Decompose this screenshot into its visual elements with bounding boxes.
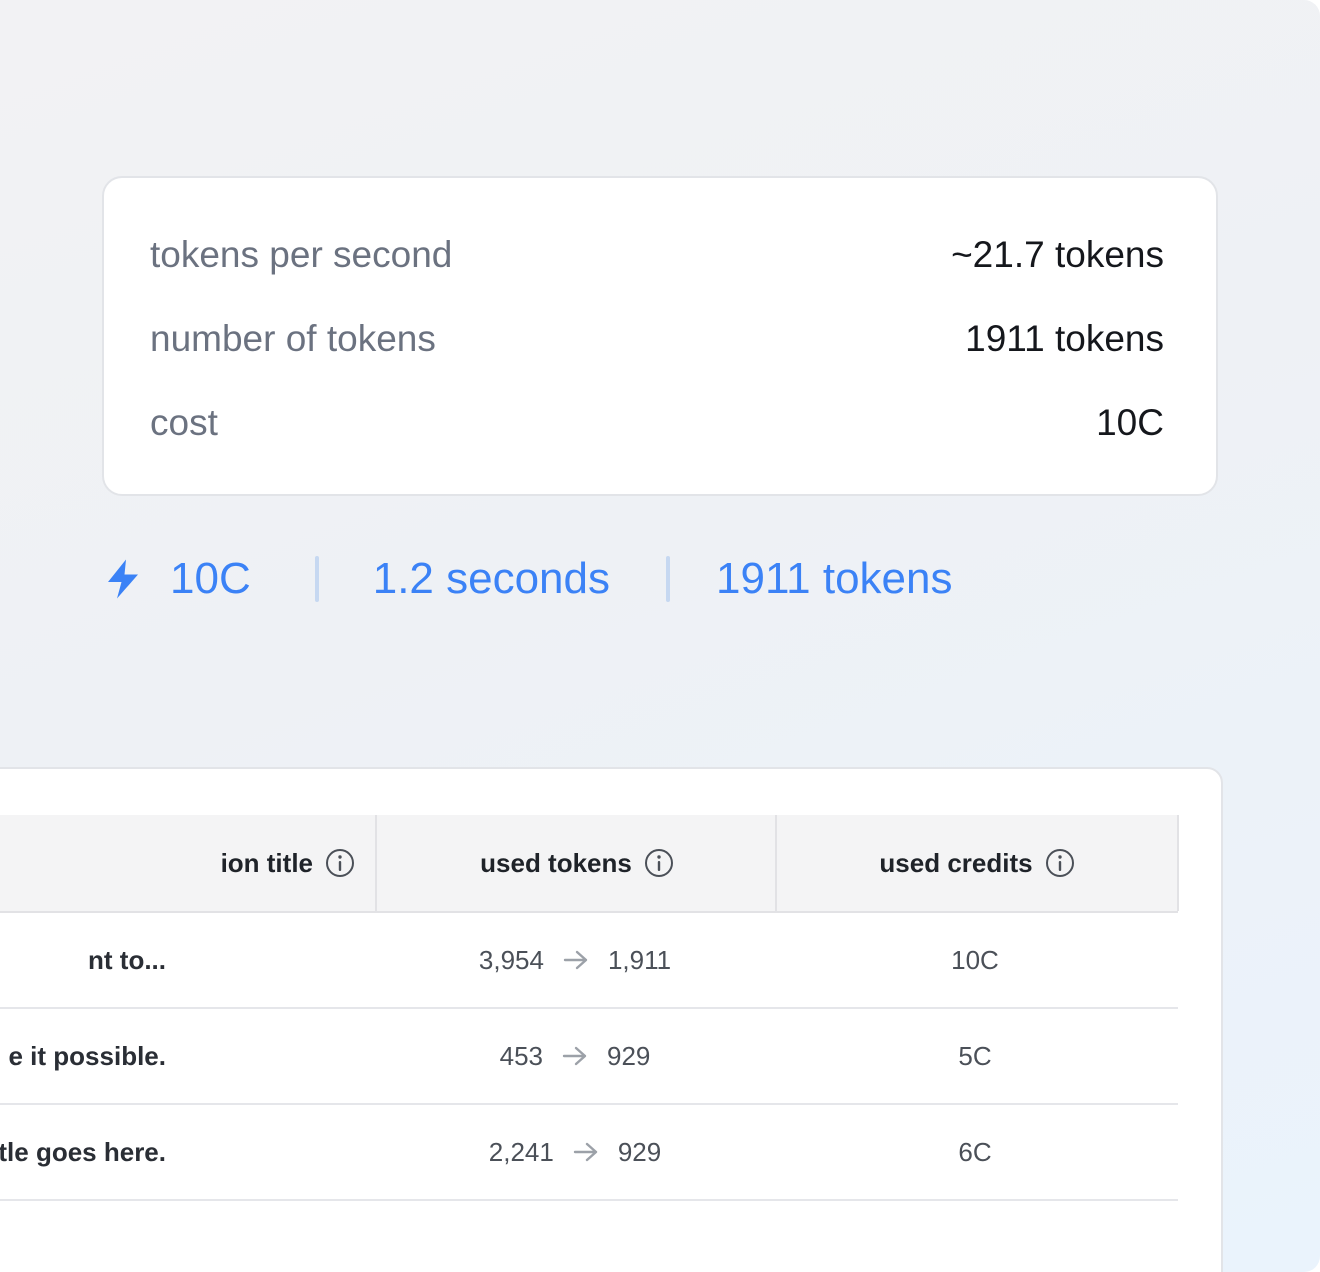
stat-value: ~21.7 tokens [951, 234, 1164, 275]
stat-row-number-of-tokens: number of tokens 1911 tokens [150, 314, 1164, 364]
arrow-right-icon [561, 1044, 589, 1068]
row-title: e it possible. [8, 1040, 167, 1071]
column-header-used-tokens: used tokens [375, 815, 777, 911]
stat-label: cost [150, 402, 218, 443]
tokens-out: 929 [617, 1136, 662, 1167]
summary-tokens: 1911 tokens [716, 554, 953, 603]
stat-row-cost: cost 10C [150, 398, 1164, 448]
tokens-in: 2,241 [488, 1136, 554, 1167]
table-row[interactable]: nt to... 3,954 1,911 10C [0, 913, 1178, 1009]
table-row[interactable]: e it possible. 453 929 5C [0, 1009, 1178, 1105]
tokens-out: 929 [607, 1040, 651, 1071]
row-used-tokens: 2,241 929 [375, 1105, 775, 1199]
row-used-credits: 5C [958, 1040, 992, 1071]
tokens-out: 1,911 [607, 944, 672, 975]
tokens-in: 3,954 [478, 944, 544, 975]
usage-table-card: ion title used tokens used credits nt to… [0, 767, 1223, 1272]
stat-label: tokens per second [150, 234, 453, 275]
divider [314, 556, 319, 602]
row-title: n title goes here. [0, 1136, 166, 1167]
stat-value: 1911 tokens [965, 318, 1164, 359]
usage-summary: 10C 1.2 seconds 1911 tokens [104, 546, 952, 612]
summary-credits: 10C [170, 554, 251, 603]
column-header-label: ion title [220, 847, 313, 878]
info-icon[interactable] [325, 848, 355, 878]
row-used-tokens: 3,954 1,911 [375, 913, 775, 1007]
row-title: nt to... [88, 944, 166, 975]
table-row[interactable]: n title goes here. 2,241 929 6C [0, 1105, 1178, 1201]
stat-label: number of tokens [150, 318, 436, 359]
divider [666, 556, 670, 602]
row-used-tokens: 453 929 [375, 1009, 775, 1103]
tokens-in: 453 [499, 1040, 543, 1071]
column-header-label: used tokens [480, 847, 632, 878]
row-used-credits: 6C [958, 1136, 992, 1167]
page-background: tokens per second ~21.7 tokens number of… [0, 0, 1320, 1272]
column-header-title: ion title [0, 815, 375, 911]
stat-value: 10C [1096, 402, 1164, 443]
info-icon[interactable] [1045, 848, 1075, 878]
arrow-right-icon [562, 948, 590, 972]
row-used-credits: 10C [951, 944, 999, 975]
stats-card: tokens per second ~21.7 tokens number of… [102, 176, 1218, 496]
arrow-right-icon [572, 1140, 600, 1164]
summary-duration: 1.2 seconds [372, 554, 610, 603]
table-header: ion title used tokens used credits [0, 815, 1179, 913]
column-header-used-credits: used credits [775, 815, 1179, 911]
column-header-label: used credits [879, 847, 1033, 878]
info-icon[interactable] [644, 848, 674, 878]
lightning-icon [104, 558, 142, 600]
stat-row-tokens-per-second: tokens per second ~21.7 tokens [150, 230, 1164, 280]
